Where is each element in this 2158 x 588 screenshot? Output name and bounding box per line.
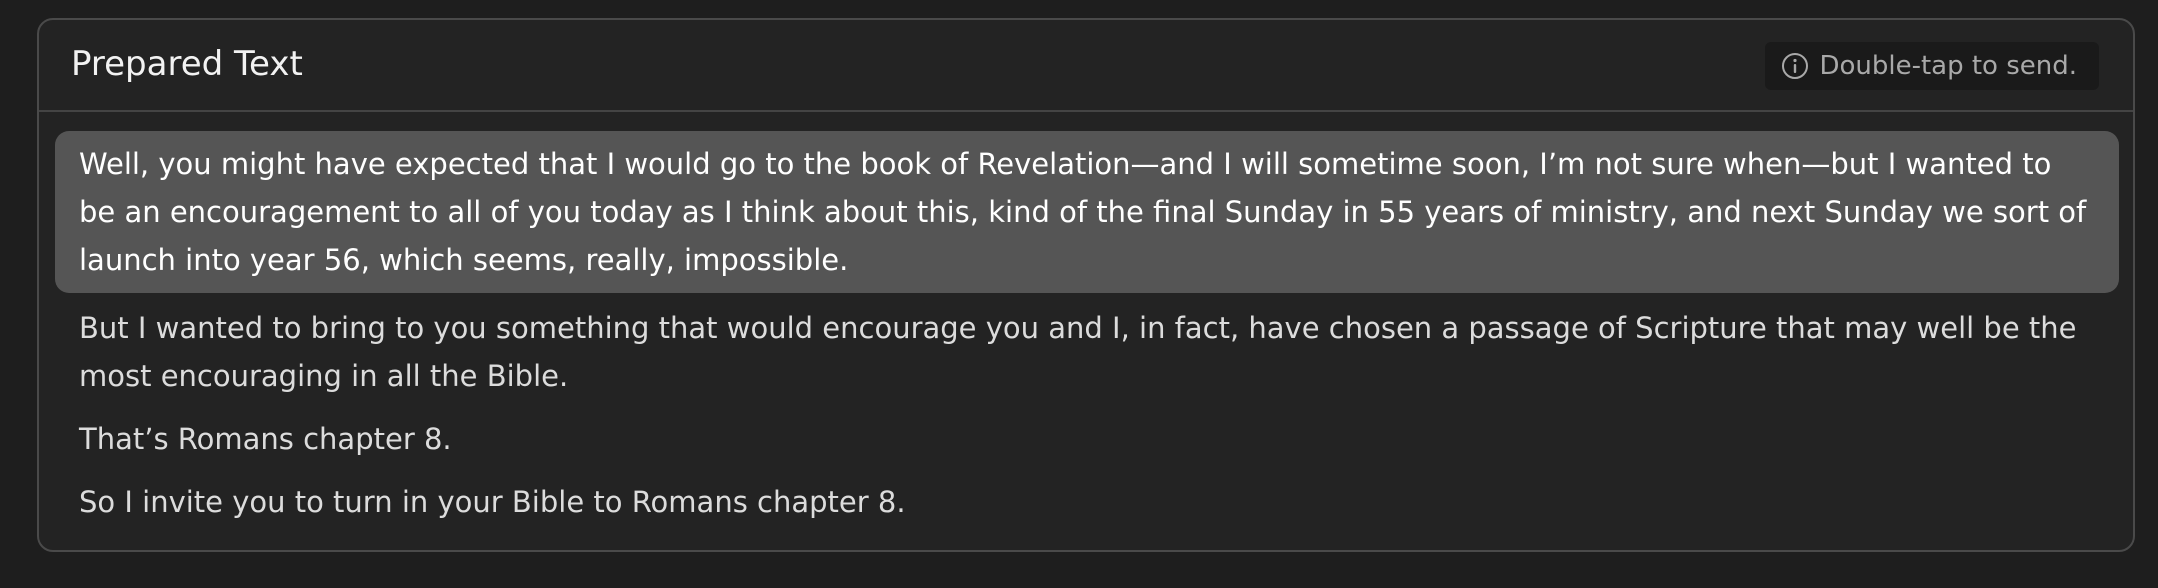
info-icon xyxy=(1781,52,1809,80)
panel-header: Prepared Text Double-tap to send. xyxy=(39,20,2133,112)
paragraph-item[interactable]: That’s Romans chapter 8. xyxy=(55,415,2119,463)
prepared-text-panel: Prepared Text Double-tap to send. Well, … xyxy=(37,18,2135,552)
paragraph-list: Well, you might have expected that I wou… xyxy=(55,131,2119,541)
hint-text: Double-tap to send. xyxy=(1819,51,2077,81)
paragraph-item[interactable]: So I invite you to turn in your Bible to… xyxy=(55,478,2119,526)
paragraph-item-selected[interactable]: Well, you might have expected that I wou… xyxy=(55,131,2119,293)
paragraph-item[interactable]: But I wanted to bring to you something t… xyxy=(55,304,2119,400)
double-tap-hint: Double-tap to send. xyxy=(1765,42,2099,90)
panel-title: Prepared Text xyxy=(71,44,303,84)
